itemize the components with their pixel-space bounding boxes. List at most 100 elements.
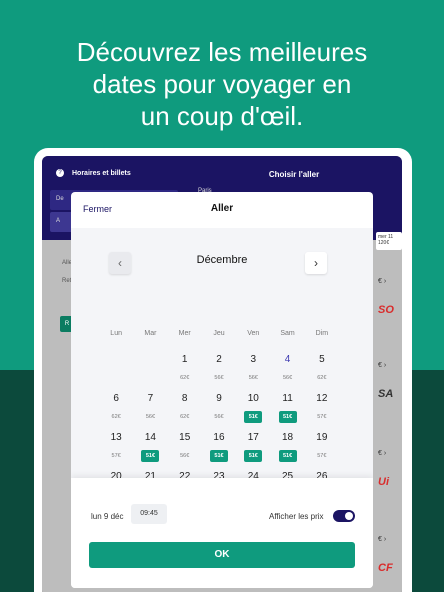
weekday-label: Sam [280, 330, 295, 337]
day-number: 3 [250, 354, 257, 365]
calendar: ‹ Décembre › Lun Mar Mer Jeu Ven Sam Dim 1 62€ 2… [71, 228, 373, 501]
calendar-day[interactable]: 8 62€ [168, 391, 202, 429]
day-price: 56€ [214, 375, 224, 381]
day-number: 12 [316, 393, 328, 404]
chevron-right-icon: › [314, 256, 318, 270]
day-number: 4 [284, 354, 291, 365]
carrier-logo: CF [378, 562, 393, 574]
day-number: 15 [179, 432, 191, 443]
next-month-button[interactable]: › [305, 252, 327, 274]
headline-line-2: dates pour voyager en [92, 69, 352, 99]
calendar-day[interactable]: 15 56€ [168, 430, 202, 468]
offer-price: € › [378, 536, 387, 543]
calendar-day[interactable]: 1 62€ [168, 352, 202, 390]
day-price: 57€ [317, 453, 327, 459]
calendar-day[interactable]: 2 56€ [202, 352, 236, 390]
calendar-week: 13 57€ 14 51€ 15 56€ 16 51€ 17 51€ 18 51€ 19 57€ [99, 430, 339, 468]
calendar-day[interactable]: 5 62€ [305, 352, 339, 390]
carrier-logo: SA [378, 388, 394, 400]
calendar-day[interactable]: 6 62€ [99, 391, 133, 429]
selected-date: lun 9 déc [91, 512, 124, 521]
weekday-header: Lun Mar Mer Jeu Ven Sam Dim [99, 330, 339, 337]
headline-line-1: Découvrez les meilleures [76, 37, 368, 67]
calendar-day[interactable]: 14 51€ [133, 430, 167, 468]
calendar-week: 1 62€ 2 56€ 3 56€ 4 56€ 5 62€ [99, 352, 339, 390]
headline-line-3: un coup d'œil. [140, 101, 304, 131]
lowest-price-badge: 51€ [244, 450, 263, 462]
lowest-price-badge: 51€ [278, 411, 297, 423]
weekday-label: Jeu [213, 330, 225, 337]
date-picker-modal: Fermer Aller ‹ Décembre › Lun Mar Mer Jeu Ve… [71, 192, 373, 588]
calendar-day[interactable]: 3 56€ [236, 352, 270, 390]
day-number: 19 [316, 432, 328, 443]
day-number: 11 [282, 393, 293, 404]
calendar-day[interactable]: 11 51€ [270, 391, 304, 429]
lowest-price-badge: 51€ [141, 450, 160, 462]
weekday-label: Lun [110, 330, 122, 337]
ok-button[interactable]: OK [89, 542, 355, 568]
carrier-logo: SO [378, 304, 394, 316]
day-price: 56€ [248, 375, 258, 381]
calendar-day[interactable]: 13 57€ [99, 430, 133, 468]
app-right-title: Choisir l'aller [268, 170, 320, 179]
calendar-day[interactable]: 9 56€ [202, 391, 236, 429]
promo-headline: Découvrez les meilleures dates pour voya… [0, 36, 444, 132]
show-prices-toggle[interactable] [333, 510, 355, 522]
offer-price: € › [378, 450, 387, 457]
weekday-label: Dim [315, 330, 329, 337]
day-number: 5 [319, 354, 325, 365]
offer-price: € › [378, 278, 387, 285]
modal-header: Fermer Aller [71, 192, 373, 228]
day-number: 17 [247, 432, 259, 443]
calendar-day[interactable]: 7 56€ [133, 391, 167, 429]
day-price: 62€ [111, 414, 121, 420]
calendar-day[interactable]: 18 51€ [270, 430, 304, 468]
day-price: 62€ [180, 414, 190, 420]
day-price: 62€ [317, 375, 327, 381]
calendar-day[interactable]: 4 56€ [270, 352, 304, 390]
app-left-title: Horaires et billets [72, 170, 131, 177]
weekday-label: Mar [144, 330, 157, 337]
month-label: Décembre [196, 254, 248, 266]
offer-price: € › [378, 362, 387, 369]
day-price: 62€ [180, 375, 190, 381]
calendar-week: 6 62€ 7 56€ 8 62€ 9 56€ 10 51€ 11 51€ 12 57€ [99, 391, 339, 429]
day-number: 9 [216, 393, 222, 404]
offer-item[interactable]: € › CF [376, 532, 402, 592]
day-number: 6 [113, 393, 119, 404]
day-price: 56€ [214, 414, 224, 420]
day-number: 10 [247, 393, 259, 404]
lowest-price-badge: 51€ [278, 450, 297, 462]
day-number: 18 [282, 432, 294, 443]
weekday-label: Ven [247, 330, 260, 337]
show-prices-label: Afficher les prix [269, 512, 324, 521]
toggle-knob [345, 512, 353, 520]
offer-item[interactable]: € › SA [376, 358, 402, 418]
offer-item[interactable]: € › SO [376, 274, 402, 334]
day-number: 7 [147, 393, 154, 404]
calendar-day[interactable]: 17 51€ [236, 430, 270, 468]
modal-footer: lun 9 déc 09:45 Afficher les prix OK [71, 478, 373, 588]
info-icon[interactable]: ? [56, 169, 64, 177]
date-price-badge[interactable]: mer 11 120€ [376, 232, 402, 250]
day-number: 8 [181, 393, 188, 404]
calendar-day[interactable]: 10 51€ [236, 391, 270, 429]
calendar-day[interactable]: 16 51€ [202, 430, 236, 468]
day-number: 13 [110, 432, 122, 443]
day-price: 57€ [111, 453, 121, 459]
calendar-day[interactable]: 19 57€ [305, 430, 339, 468]
day-number: 1 [181, 354, 188, 365]
weekday-label: Mer [178, 330, 191, 337]
calendar-day[interactable]: 12 57€ [305, 391, 339, 429]
day-number: 14 [144, 432, 156, 443]
day-price: 56€ [282, 375, 293, 381]
modal-title: Aller [210, 203, 234, 214]
day-number: 16 [213, 432, 225, 443]
lowest-price-badge: 51€ [244, 411, 263, 423]
time-field[interactable]: 09:45 [131, 504, 167, 524]
lowest-price-badge: 51€ [209, 450, 228, 462]
day-price: 57€ [317, 414, 327, 420]
carrier-logo: Ui [378, 476, 389, 488]
day-number: 2 [216, 354, 222, 365]
offer-item[interactable]: € › Ui [376, 446, 402, 506]
